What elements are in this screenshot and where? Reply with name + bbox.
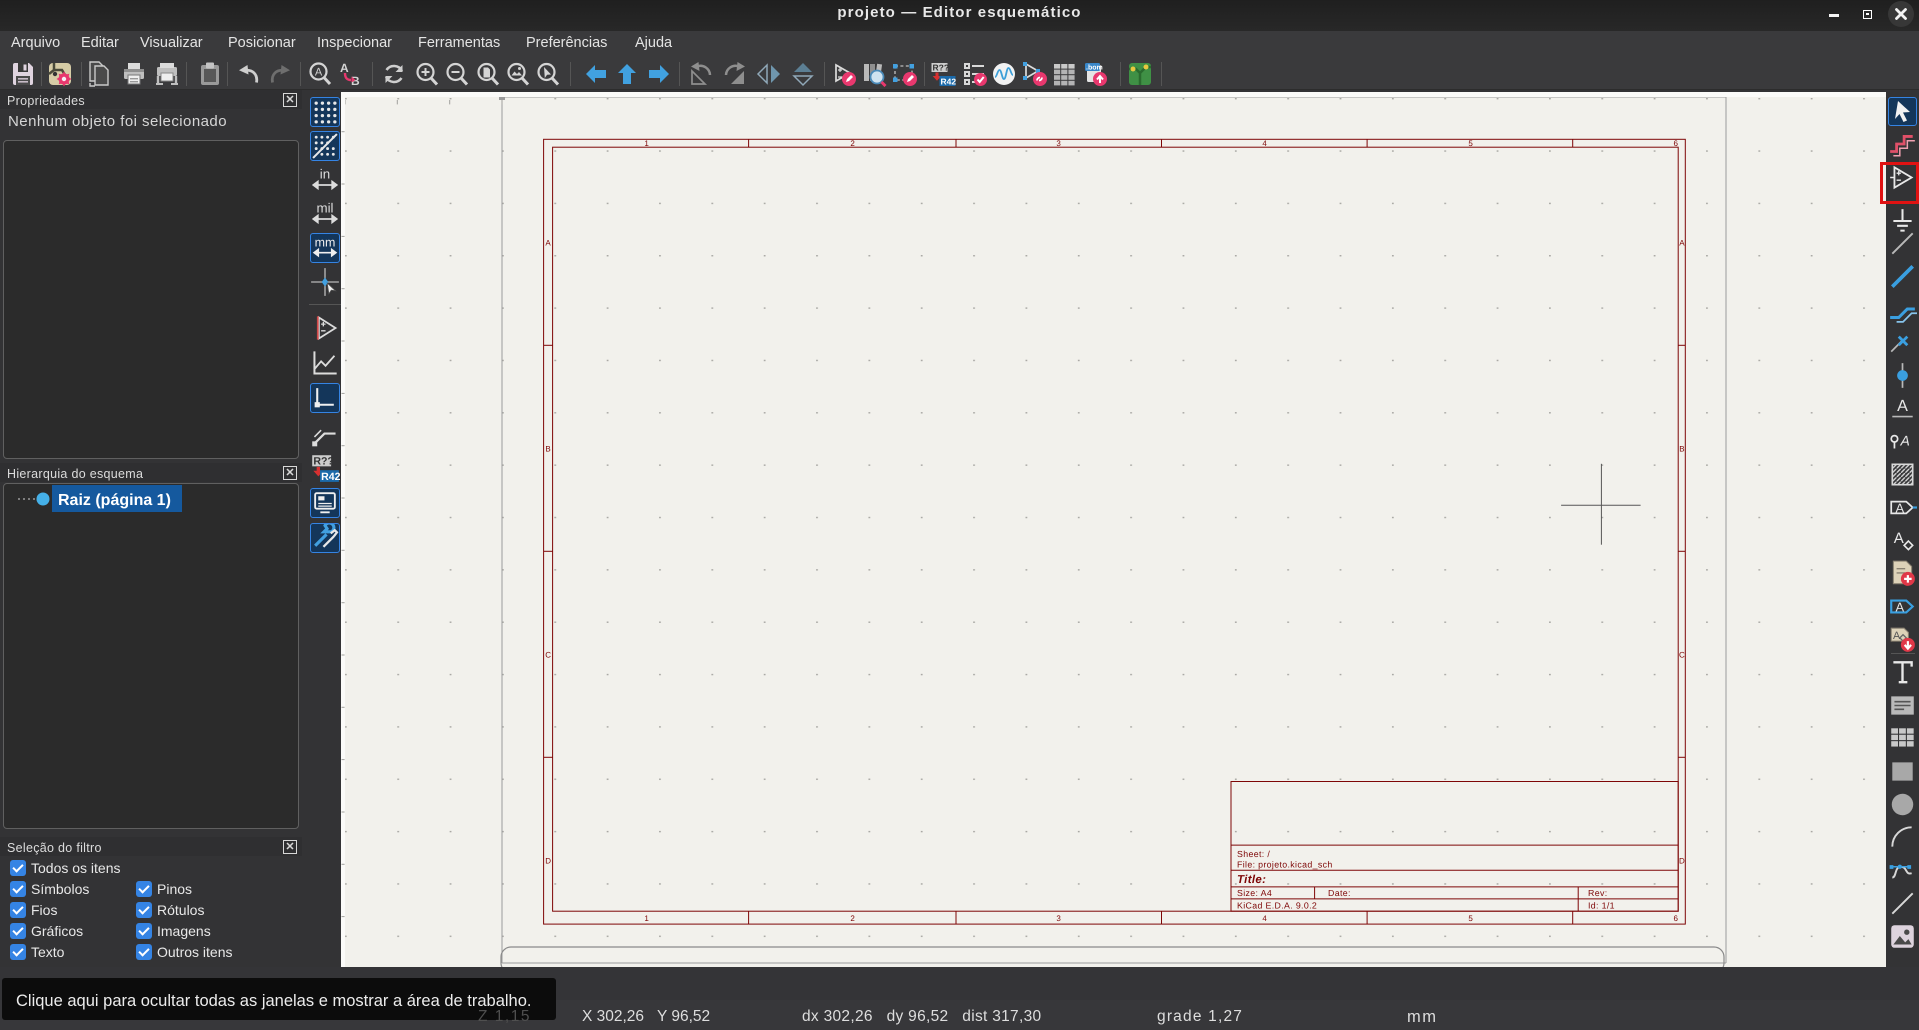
svg-text:1: 1: [644, 139, 649, 148]
svg-text:File: projeto.kicad_sch: File: projeto.kicad_sch: [1237, 860, 1333, 870]
svg-text:A: A: [1893, 630, 1901, 642]
svg-text:1: 1: [644, 914, 649, 923]
svg-text:Title:: Title:: [1237, 874, 1266, 886]
svg-text:R42: R42: [941, 76, 957, 86]
svg-text:A: A: [545, 238, 551, 247]
svg-text:R42: R42: [321, 471, 340, 483]
svg-text:A: A: [1896, 501, 1905, 516]
svg-text:A: A: [1899, 432, 1909, 448]
svg-text:B: B: [545, 444, 550, 453]
svg-text:A: A: [1679, 238, 1685, 247]
svg-text:R??: R??: [313, 456, 334, 468]
svg-text:D: D: [545, 856, 551, 865]
svg-text:C: C: [1679, 650, 1685, 659]
svg-text:3: 3: [1056, 914, 1061, 923]
svg-text:in: in: [320, 166, 330, 182]
svg-text:4: 4: [1262, 139, 1267, 148]
svg-text:3: 3: [1056, 139, 1061, 148]
svg-text:4: 4: [1262, 914, 1267, 923]
svg-text:A: A: [1894, 529, 1905, 546]
svg-text:mil: mil: [316, 200, 333, 216]
svg-text:Id: 1/1: Id: 1/1: [1588, 901, 1615, 911]
svg-text:A: A: [340, 61, 349, 75]
svg-text:D: D: [1679, 856, 1685, 865]
svg-text:A: A: [315, 67, 323, 79]
svg-text:Rev:: Rev:: [1588, 888, 1608, 898]
svg-text:Size: A4: Size: A4: [1237, 888, 1272, 898]
svg-text:mm: mm: [315, 235, 336, 250]
svg-text:R??: R??: [933, 63, 950, 73]
svg-text:6: 6: [1673, 914, 1678, 923]
svg-text:2: 2: [850, 139, 855, 148]
svg-text:.bom: .bom: [1086, 64, 1103, 72]
svg-text:B: B: [1679, 444, 1684, 453]
svg-text:Sheet: /: Sheet: /: [1237, 849, 1270, 859]
svg-text:5: 5: [1468, 139, 1473, 148]
svg-text:Date:: Date:: [1328, 888, 1351, 898]
svg-text:Raiz (página 1): Raiz (página 1): [58, 492, 171, 509]
svg-text:C: C: [545, 650, 551, 659]
svg-text:6: 6: [1673, 139, 1678, 148]
svg-text:A: A: [1896, 600, 1905, 615]
svg-text:5: 5: [1468, 914, 1473, 923]
svg-text:KiCad E.D.A. 9.0.2: KiCad E.D.A. 9.0.2: [1237, 901, 1317, 911]
svg-text:A: A: [1897, 397, 1908, 415]
svg-text:2: 2: [850, 914, 855, 923]
